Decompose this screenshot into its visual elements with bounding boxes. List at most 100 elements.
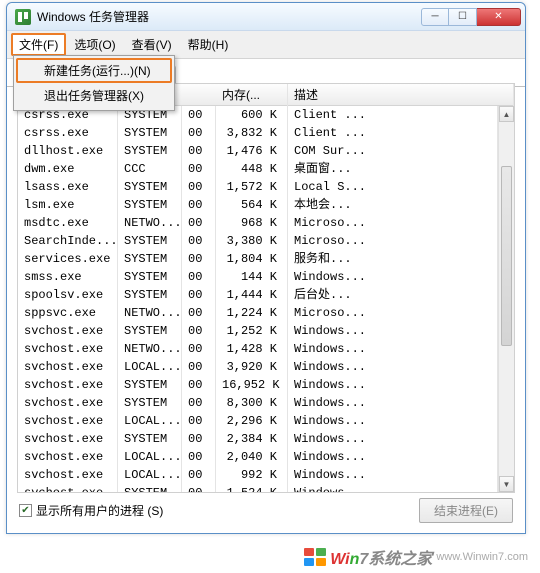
- cell-name: lsm.exe: [18, 196, 118, 214]
- table-row[interactable]: svchost.exeSYSTEM001,252 KWindows...: [18, 322, 498, 340]
- cell-cpu: 00: [182, 466, 216, 484]
- watermark-text: Win7系统之家: [330, 545, 432, 569]
- cell-user: SYSTEM: [118, 376, 182, 394]
- cell-cpu: 00: [182, 340, 216, 358]
- table-row[interactable]: svchost.exeSYSTEM0016,952 KWindows...: [18, 376, 498, 394]
- watermark: Win7系统之家 www.Winwin7.com: [304, 545, 528, 569]
- table-row[interactable]: lsass.exeSYSTEM001,572 KLocal S...: [18, 178, 498, 196]
- cell-mem: 2,296 K: [216, 412, 288, 430]
- cell-cpu: 00: [182, 304, 216, 322]
- table-row[interactable]: svchost.exeNETWO...001,428 KWindows...: [18, 340, 498, 358]
- close-button[interactable]: ✕: [477, 8, 521, 26]
- cell-name: lsass.exe: [18, 178, 118, 196]
- scroll-thumb[interactable]: [501, 166, 512, 346]
- cell-cpu: 00: [182, 430, 216, 448]
- window-buttons: ─ ☐ ✕: [421, 8, 521, 26]
- cell-user: LOCAL...: [118, 466, 182, 484]
- cell-desc: Microso...: [288, 304, 498, 322]
- show-all-label[interactable]: 显示所有用户的进程 (S): [36, 502, 163, 519]
- cell-mem: 8,300 K: [216, 394, 288, 412]
- cell-name: svchost.exe: [18, 412, 118, 430]
- cell-name: dllhost.exe: [18, 142, 118, 160]
- watermark-url: www.Winwin7.com: [436, 551, 528, 563]
- table-row[interactable]: sppsvc.exeNETWO...001,224 KMicroso...: [18, 304, 498, 322]
- cell-name: csrss.exe: [18, 124, 118, 142]
- table-row[interactable]: dllhost.exeSYSTEM001,476 KCOM Sur...: [18, 142, 498, 160]
- cell-cpu: 00: [182, 196, 216, 214]
- cell-cpu: 00: [182, 268, 216, 286]
- col-description[interactable]: 描述: [288, 84, 514, 106]
- end-process-button[interactable]: 结束进程(E): [419, 498, 513, 523]
- table-body[interactable]: csrss.exeSYSTEM00600 KClient ...csrss.ex…: [18, 106, 498, 492]
- vertical-scrollbar[interactable]: ▲ ▼: [498, 106, 514, 492]
- cell-cpu: 00: [182, 376, 216, 394]
- cell-cpu: 00: [182, 484, 216, 492]
- cell-user: SYSTEM: [118, 232, 182, 250]
- cell-mem: 1,224 K: [216, 304, 288, 322]
- cell-user: SYSTEM: [118, 286, 182, 304]
- table-row[interactable]: svchost.exeSYSTEM008,300 KWindows...: [18, 394, 498, 412]
- footer: ✔ 显示所有用户的进程 (S) 结束进程(E): [19, 497, 513, 523]
- menu-new-task[interactable]: 新建任务(运行...)(N): [16, 58, 172, 83]
- cell-desc: Windows...: [288, 268, 498, 286]
- cell-user: SYSTEM: [118, 142, 182, 160]
- cell-name: svchost.exe: [18, 484, 118, 492]
- cell-cpu: 00: [182, 448, 216, 466]
- cell-user: NETWO...: [118, 304, 182, 322]
- cell-name: svchost.exe: [18, 394, 118, 412]
- cell-name: sppsvc.exe: [18, 304, 118, 322]
- menu-exit[interactable]: 退出任务管理器(X): [16, 83, 172, 108]
- process-panel: 映像名称 用户名 CPU 内存(... 描述 csrss.exeSYSTEM00…: [17, 83, 515, 493]
- titlebar[interactable]: Windows 任务管理器 ─ ☐ ✕: [7, 3, 525, 31]
- table-row[interactable]: lsm.exeSYSTEM00564 K本地会...: [18, 196, 498, 214]
- cell-desc: Windows...: [288, 412, 498, 430]
- table-row[interactable]: csrss.exeSYSTEM003,832 KClient ...: [18, 124, 498, 142]
- cell-name: svchost.exe: [18, 322, 118, 340]
- cell-mem: 1,524 K: [216, 484, 288, 492]
- table-row[interactable]: dwm.exeCCC00448 K桌面窗...: [18, 160, 498, 178]
- cell-mem: 600 K: [216, 106, 288, 124]
- menu-help[interactable]: 帮助(H): [180, 33, 237, 56]
- table-row[interactable]: SearchInde...SYSTEM003,380 KMicroso...: [18, 232, 498, 250]
- cell-user: NETWO...: [118, 214, 182, 232]
- cell-name: svchost.exe: [18, 358, 118, 376]
- maximize-button[interactable]: ☐: [449, 8, 477, 26]
- cell-name: smss.exe: [18, 268, 118, 286]
- scroll-up-icon[interactable]: ▲: [499, 106, 514, 122]
- show-all-checkbox[interactable]: ✔: [19, 504, 32, 517]
- menu-file[interactable]: 文件(F): [11, 33, 66, 56]
- scroll-down-icon[interactable]: ▼: [499, 476, 514, 492]
- menu-view[interactable]: 查看(V): [124, 33, 180, 56]
- cell-user: SYSTEM: [118, 322, 182, 340]
- cell-user: SYSTEM: [118, 430, 182, 448]
- cell-name: SearchInde...: [18, 232, 118, 250]
- col-memory[interactable]: 内存(...: [216, 84, 288, 106]
- cell-cpu: 00: [182, 358, 216, 376]
- cell-desc: 服务和...: [288, 250, 498, 268]
- cell-cpu: 00: [182, 232, 216, 250]
- cell-name: services.exe: [18, 250, 118, 268]
- cell-cpu: 00: [182, 160, 216, 178]
- minimize-button[interactable]: ─: [421, 8, 449, 26]
- cell-user: SYSTEM: [118, 178, 182, 196]
- cell-desc: Windows...: [288, 466, 498, 484]
- table-row[interactable]: svchost.exeLOCAL...003,920 KWindows...: [18, 358, 498, 376]
- cell-name: svchost.exe: [18, 340, 118, 358]
- cell-cpu: 00: [182, 106, 216, 124]
- table-row[interactable]: svchost.exeLOCAL...00992 KWindows...: [18, 466, 498, 484]
- cell-desc: Client ...: [288, 106, 498, 124]
- cell-cpu: 00: [182, 394, 216, 412]
- windows-logo-icon: [304, 548, 326, 566]
- menu-options[interactable]: 选项(O): [66, 33, 123, 56]
- table-row[interactable]: services.exeSYSTEM001,804 K服务和...: [18, 250, 498, 268]
- cell-mem: 1,428 K: [216, 340, 288, 358]
- table-row[interactable]: svchost.exeSYSTEM001,524 KWindows...: [18, 484, 498, 492]
- table-row[interactable]: smss.exeSYSTEM00144 KWindows...: [18, 268, 498, 286]
- table-row[interactable]: svchost.exeSYSTEM002,384 KWindows...: [18, 430, 498, 448]
- cell-name: dwm.exe: [18, 160, 118, 178]
- table-row[interactable]: spoolsv.exeSYSTEM001,444 K后台处...: [18, 286, 498, 304]
- table-row[interactable]: svchost.exeLOCAL...002,040 KWindows...: [18, 448, 498, 466]
- table-row[interactable]: msdtc.exeNETWO...00968 KMicroso...: [18, 214, 498, 232]
- table-row[interactable]: svchost.exeLOCAL...002,296 KWindows...: [18, 412, 498, 430]
- cell-desc: Windows...: [288, 322, 498, 340]
